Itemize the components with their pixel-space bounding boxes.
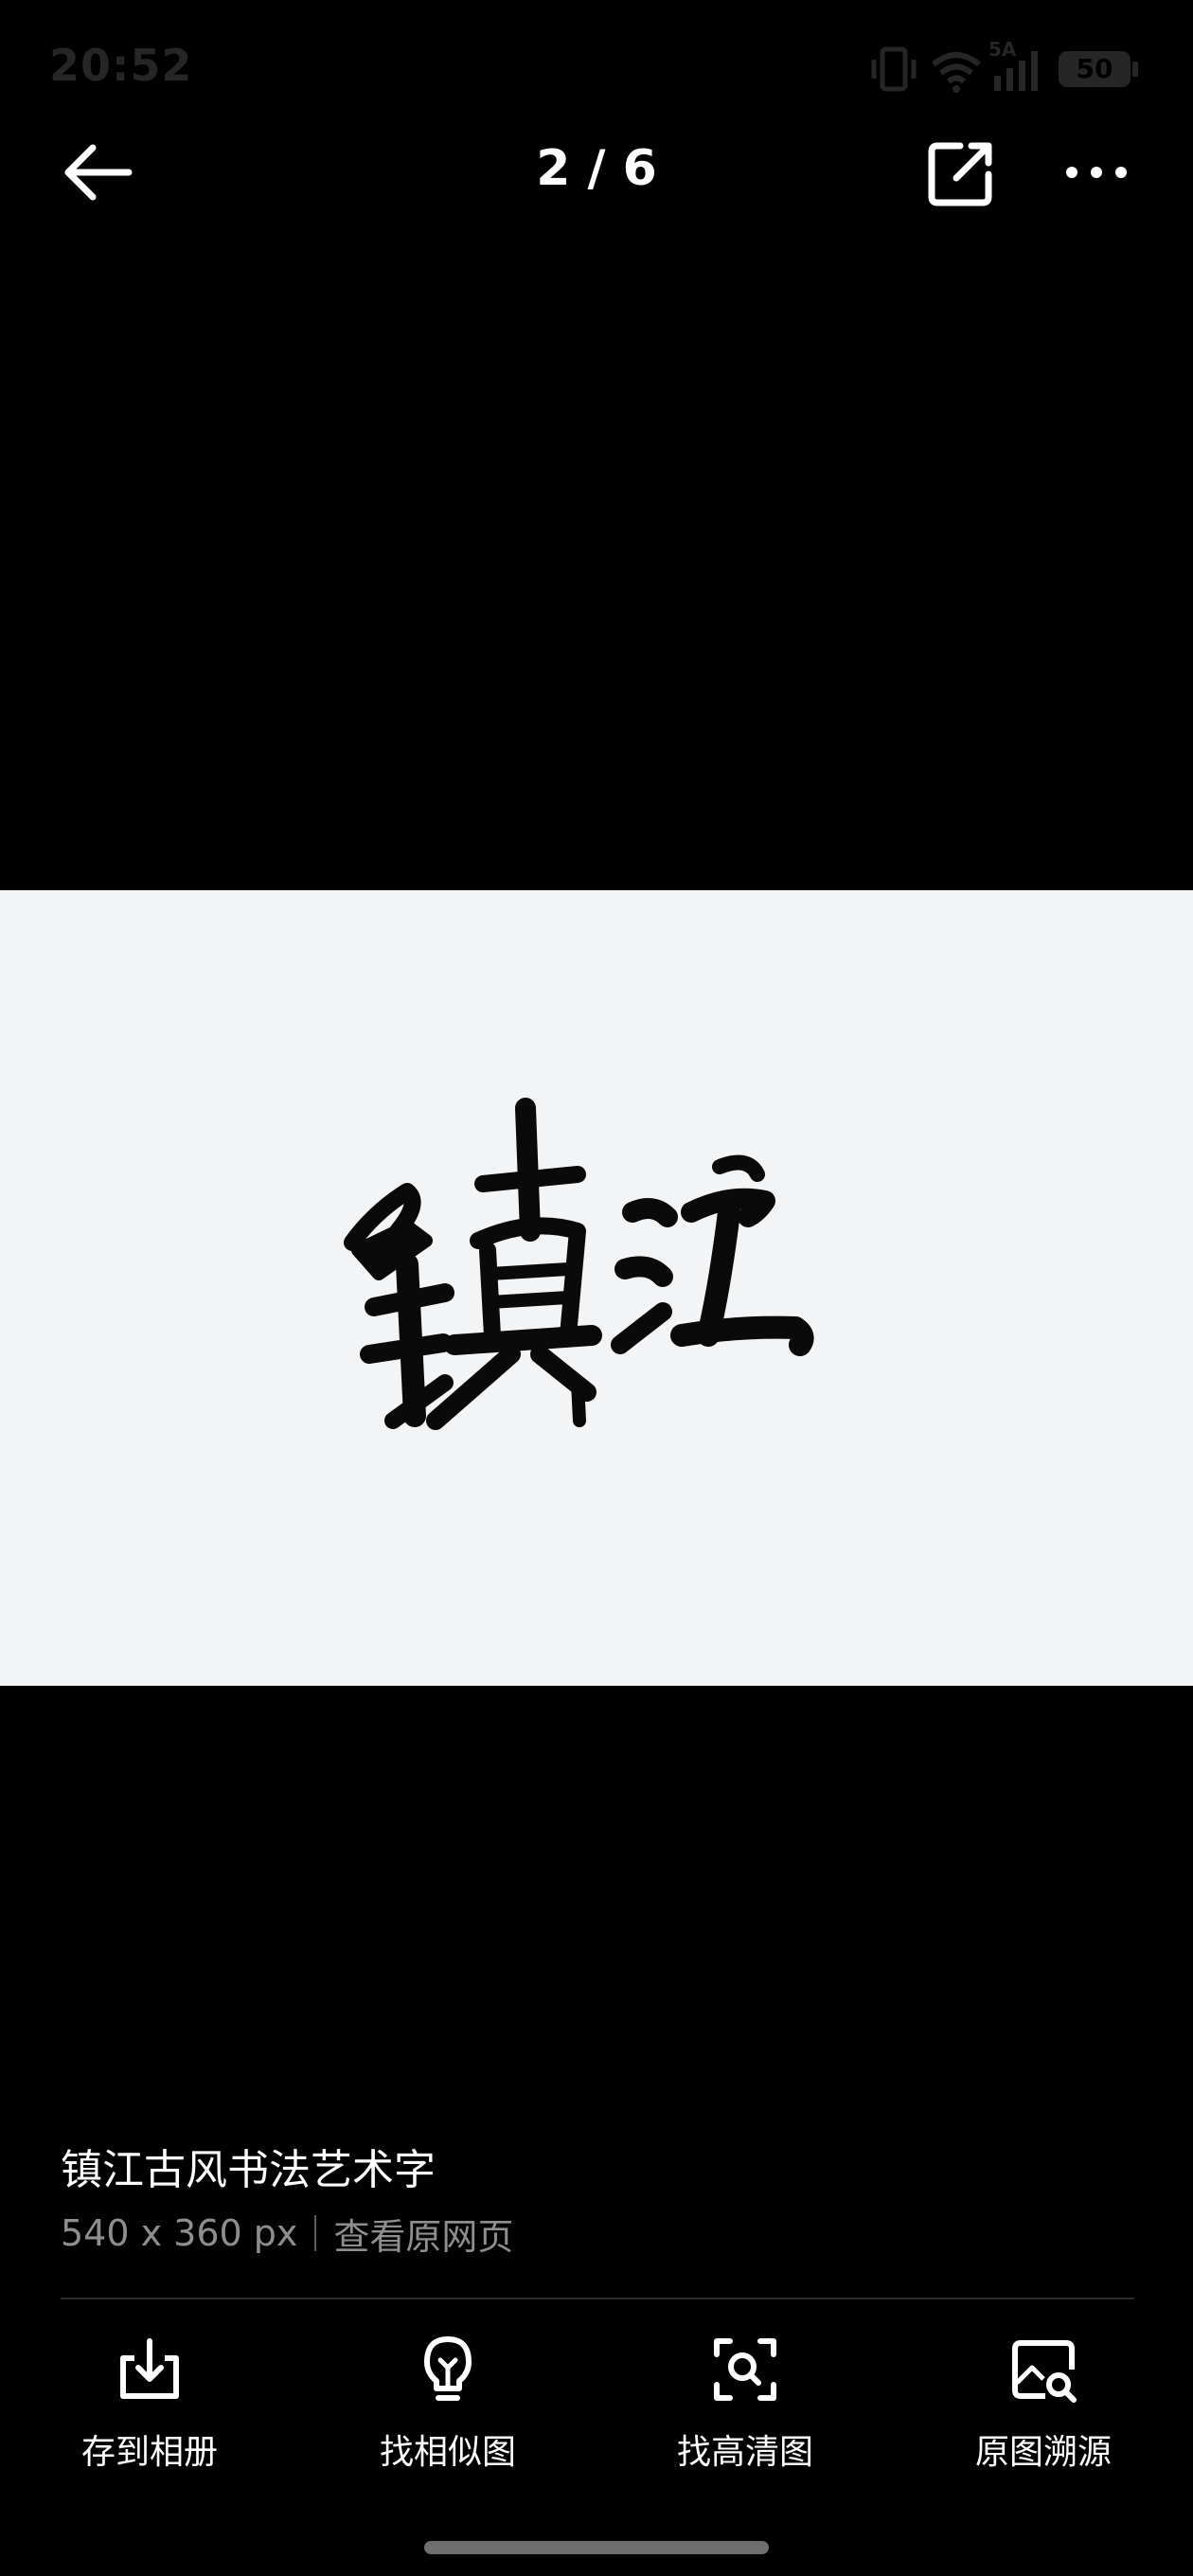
image-search-icon [1012, 2340, 1077, 2403]
download-icon [120, 2338, 179, 2399]
action-label: 找高清图 [676, 2433, 813, 2472]
action-label: 存到相册 [80, 2433, 218, 2472]
home-indicator[interactable] [424, 2541, 769, 2554]
action-bar: 存到相册 找相似图 找高清图 原图溯源 [0, 2320, 1193, 2481]
image-viewer-screen: 20:52 5A 50 2 / 6 镇江古风书法艺术字 540 x 360 px… [0, 0, 1193, 2576]
battery-icon: 50 [1059, 44, 1144, 95]
divider-line [61, 2298, 1134, 2299]
wifi-icon [932, 52, 981, 93]
action-label: 原图溯源 [974, 2433, 1112, 2472]
status-time: 20:52 [49, 40, 193, 91]
image-meta: 540 x 360 px 查看原网页 [61, 2207, 513, 2260]
image-title: 镇江古风书法艺术字 [61, 2146, 436, 2194]
status-bar: 20:52 5A 50 [0, 0, 1193, 133]
scan-search-icon [714, 2338, 776, 2401]
view-source-link[interactable]: 查看原网页 [333, 2208, 513, 2260]
vibrate-icon [871, 46, 917, 92]
cell-signal-icon: 5A [988, 38, 1049, 95]
save-to-album-button[interactable]: 存到相册 [36, 2320, 263, 2481]
calligraphy-artwork [344, 1098, 814, 1430]
lightbulb-icon [424, 2336, 472, 2401]
viewed-image[interactable] [0, 890, 1193, 1686]
meta-divider [314, 2215, 317, 2251]
find-hd-button[interactable]: 找高清图 [632, 2320, 859, 2481]
action-label: 找相似图 [379, 2433, 516, 2472]
page-counter: 2 / 6 [536, 140, 657, 197]
image-dimensions: 540 x 360 px [61, 2212, 298, 2254]
source-trace-button[interactable]: 原图溯源 [930, 2320, 1157, 2481]
find-similar-button[interactable]: 找相似图 [334, 2320, 561, 2481]
